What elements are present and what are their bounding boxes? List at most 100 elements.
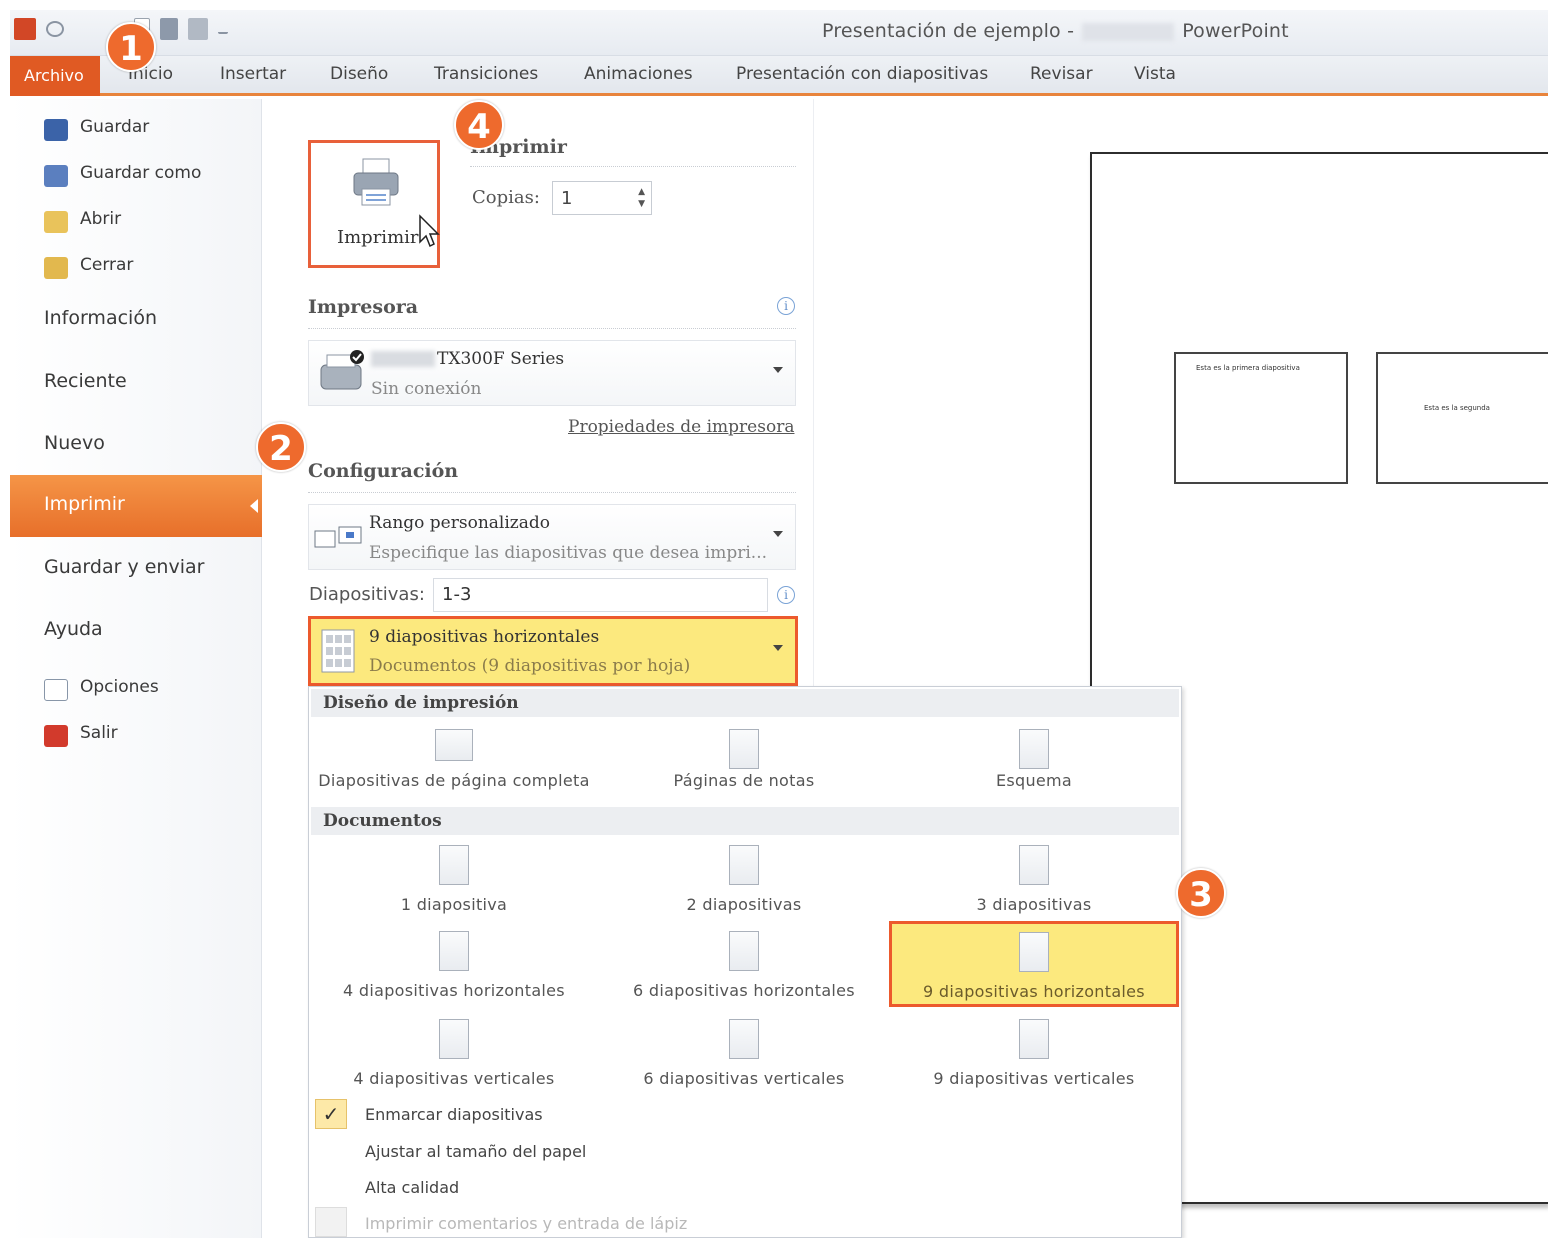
gallery-handout-9-vertical[interactable]: 9 diapositivas verticales [889,1019,1179,1088]
gallery-handout-4-vertical[interactable]: 4 diapositivas verticales [309,1019,599,1088]
gallery-item-label: 9 diapositivas verticales [933,1069,1135,1088]
notes-page-icon [729,729,759,769]
nav-ayuda[interactable]: Ayuda [10,618,262,648]
full-page-slide-icon [435,729,473,761]
printer-info-icon[interactable]: i [777,297,795,315]
nav-cerrar[interactable]: Cerrar [10,255,262,281]
undo-icon[interactable] [46,21,64,37]
nav-label: Salir [80,723,118,743]
nav-reciente[interactable]: Reciente [10,370,262,400]
gallery-handout-6-horizontal[interactable]: 6 diapositivas horizontales [599,931,889,1000]
gallery-notes-pages[interactable]: Páginas de notas [599,729,889,790]
gallery-handout-6-vertical[interactable]: 6 diapositivas verticales [599,1019,889,1088]
gallery-item-label: 6 diapositivas verticales [643,1069,845,1088]
tab-animaciones[interactable]: Animaciones [584,64,693,84]
gallery-handout-2[interactable]: 2 diapositivas [599,845,889,914]
gallery-item-label: 3 diapositivas [976,895,1092,914]
options-icon [44,679,68,701]
blurred-username [1082,22,1175,41]
high-quality-option[interactable]: Alta calidad [365,1178,459,1197]
printer-icon [353,158,399,206]
slide-2-text: Esta es la segunda [1424,404,1490,412]
copies-spinner[interactable]: ▲ ▼ [638,186,645,210]
gallery-item-label: Diapositivas de página completa [318,771,590,790]
outline-icon [1019,729,1049,769]
nav-informacion[interactable]: Información [10,307,262,337]
nav-label: Imprimir [44,493,125,515]
gallery-handout-4-horizontal[interactable]: 4 diapositivas horizontales [309,931,599,1000]
frame-slides-checkbox[interactable]: ✓ [315,1099,347,1129]
nav-opciones[interactable]: Opciones [10,677,262,703]
tab-vista[interactable]: Vista [1134,64,1176,84]
tab-revisar[interactable]: Revisar [1030,64,1093,84]
slides-input[interactable]: 1-3 [433,578,768,612]
chevron-down-icon [773,531,783,537]
handout-9h-icon [1019,932,1049,972]
preview-slide-2: Esta es la segunda [1376,352,1548,484]
nav-imprimir[interactable]: Imprimir [10,475,262,537]
save-as-icon [44,165,68,187]
nav-guardar-y-enviar[interactable]: Guardar y enviar [10,556,262,586]
print-comments-checkbox [315,1207,347,1237]
copies-input[interactable]: 1 ▲ ▼ [552,181,652,215]
gallery-item-label: 1 diapositiva [400,895,508,914]
tab-insertar[interactable]: Insertar [220,64,286,84]
handout-6h-icon [729,931,759,971]
layout-select[interactable]: 9 diapositivas horizontales Documentos (… [308,616,798,686]
scale-to-paper-option[interactable]: Ajustar al tamaño del papel [365,1142,586,1161]
gallery-handout-3[interactable]: 3 diapositivas [889,845,1179,914]
divider [308,328,796,329]
gallery-item-label: Páginas de notas [673,771,815,790]
range-title: Rango personalizado [369,513,550,533]
copies-label: Copias: [472,187,540,208]
print-comments-option: Imprimir comentarios y entrada de lápiz [365,1214,688,1233]
gallery-item-label: Esquema [995,771,1073,790]
printer-properties-link[interactable]: Propiedades de impresora [568,417,794,437]
nav-guardar[interactable]: Guardar [10,117,262,143]
nav-label: Opciones [80,677,159,697]
tab-presentacion[interactable]: Presentación con diapositivas [736,64,988,84]
gallery-item-label: 4 diapositivas verticales [353,1069,555,1088]
handout-6v-icon [729,1019,759,1059]
printer-heading: Impresora [308,296,419,318]
frame-slides-option[interactable]: Enmarcar diapositivas [365,1105,543,1124]
tab-archivo[interactable]: Archivo [10,56,100,96]
gallery-full-page-slides[interactable]: Diapositivas de página completa [309,729,599,790]
slides-info-icon[interactable]: i [777,586,795,604]
gallery-item-label: 2 diapositivas [686,895,802,914]
chevron-down-icon [773,367,783,373]
close-folder-icon [44,257,68,279]
nav-label: Guardar [80,117,150,137]
nav-abrir[interactable]: Abrir [10,209,262,235]
layout-description: Documentos (9 diapositivas por hoja) [369,656,691,676]
handout-3-icon [1019,845,1049,885]
powerpoint-app-icon[interactable] [14,18,36,40]
print-range-select[interactable]: Rango personalizado Especifique las diap… [308,504,796,570]
nav-guardar-como[interactable]: Guardar como [10,163,262,189]
title-bar: Presentación de ejemplo - PowerPoint [10,10,1548,56]
tab-diseno[interactable]: Diseño [330,64,388,84]
save-icon[interactable] [160,18,178,40]
blurred-printer-brand [371,351,435,367]
gallery-handout-9-horizontal[interactable]: 9 diapositivas horizontales [889,921,1179,1007]
copies-value: 1 [561,188,573,209]
gallery-handout-1[interactable]: 1 diapositiva [309,845,599,914]
nav-nuevo[interactable]: Nuevo [10,432,262,462]
nav-label: Abrir [80,209,122,229]
print-preview-icon[interactable] [188,18,208,40]
gallery-outline[interactable]: Esquema [889,729,1179,790]
customize-toolbar-icon[interactable] [218,24,228,34]
nav-label: Nuevo [44,432,105,454]
nav-salir[interactable]: Salir [10,723,262,749]
title-text: Presentación de ejemplo - [822,20,1075,42]
backstage-nav: Guardar Guardar como Abrir Cerrar Inform… [10,99,262,1238]
layout-gallery-dropdown: Diseño de impresión Diapositivas de pági… [308,686,1182,1238]
app-name: PowerPoint [1182,20,1289,42]
config-heading: Configuración [308,460,459,482]
callout-2: 2 [256,422,306,472]
nav-label: Guardar y enviar [44,556,205,578]
printer-select[interactable]: TX300F Series Sin conexión [308,340,796,406]
tab-transiciones[interactable]: Transiciones [434,64,538,84]
layout-title: 9 diapositivas horizontales [369,627,600,647]
nav-label: Información [44,307,157,329]
